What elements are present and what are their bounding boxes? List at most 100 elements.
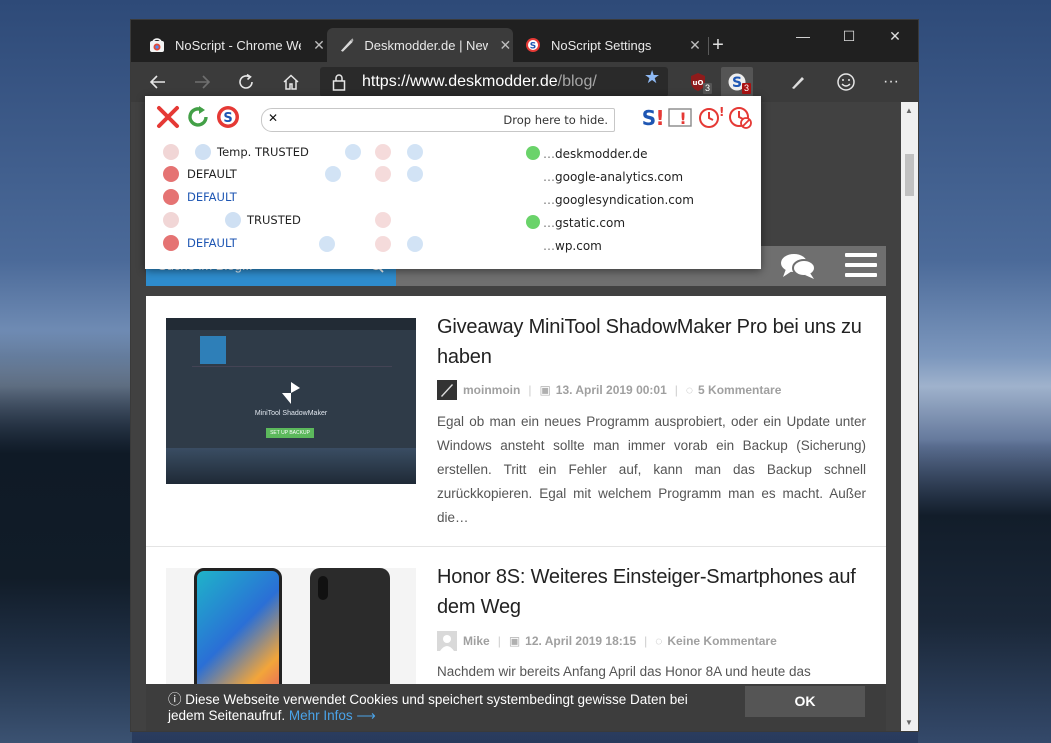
cookie-text-block: ⓘ Diese Webseite verwendet Cookies und s… (168, 692, 728, 724)
preset-trusted-icon[interactable] (407, 144, 423, 160)
tab-noscript-settings[interactable]: S NoScript Settings ✕ (513, 28, 703, 62)
tab-close-icon[interactable]: ✕ (687, 37, 703, 54)
forward-button[interactable] (187, 67, 217, 97)
url-host: https://www.deskmodder.de (362, 73, 558, 90)
deskmodder-favicon-icon (340, 38, 354, 52)
comment-bubble-icon: ◌ (655, 634, 663, 648)
reload-icon (239, 73, 253, 89)
preset-row[interactable]: DEFAULT (161, 164, 521, 184)
cookie-ok-button[interactable]: OK (745, 686, 865, 717)
comment-bubble-icon: ◌ (685, 383, 694, 397)
tab-deskmodder[interactable]: Deskmodder.de | News, Tipps ✕ (327, 28, 513, 62)
svg-text:S: S (223, 111, 232, 126)
comments-icon[interactable] (780, 252, 816, 280)
home-button[interactable] (276, 67, 306, 97)
shadowmaker-logo-icon (282, 382, 300, 404)
preset-row[interactable]: TRUSTED (161, 210, 521, 230)
preset-default-icon[interactable] (163, 235, 179, 251)
preset-trusted-icon[interactable] (325, 166, 341, 182)
svg-text:S: S (642, 106, 656, 130)
post-comments[interactable]: 5 Kommentare (698, 383, 781, 397)
preset-label: Temp. TRUSTED (217, 145, 309, 159)
info-icon: ⓘ (168, 692, 186, 707)
pen-icon (792, 77, 804, 89)
site-host[interactable]: …google-analytics.com (543, 170, 683, 184)
post-thumbnail[interactable]: MiniTool ShadowMaker SET UP BACKUP (166, 318, 416, 484)
back-button[interactable] (143, 67, 173, 97)
preset-untrusted-icon[interactable] (375, 166, 391, 182)
reload-page-icon[interactable] (185, 104, 211, 130)
preset-trusted-icon[interactable] (407, 236, 423, 252)
reload-button[interactable] (231, 67, 261, 97)
preset-trusted-icon[interactable] (407, 166, 423, 182)
temp-trust-page-icon[interactable]: ! (697, 104, 723, 130)
cookie-banner: ⓘ Diese Webseite verwendet Cookies und s… (146, 684, 886, 731)
post-author[interactable]: Mike (463, 634, 490, 648)
post-excerpt: Nachdem wir bereits Anfang April das Hon… (437, 664, 811, 679)
revoke-temp-permissions-icon[interactable] (727, 104, 753, 130)
tab-close-icon[interactable]: ✕ (498, 37, 513, 54)
preset-untrusted-icon[interactable] (375, 236, 391, 252)
preset-temp-trusted-icon[interactable] (195, 144, 211, 160)
preset-untrusted-icon[interactable] (163, 144, 179, 160)
site-host[interactable]: …deskmodder.de (543, 147, 648, 161)
noscript-extension-button[interactable]: S 3 (721, 67, 753, 97)
post-title[interactable]: Giveaway MiniTool ShadowMaker Pro bei un… (437, 312, 867, 372)
preset-trusted-icon[interactable] (225, 212, 241, 228)
site-host[interactable]: …wp.com (543, 239, 602, 253)
pen-extension-button[interactable] (783, 67, 813, 97)
post-author[interactable]: moinmoin (463, 383, 520, 397)
url-path: /blog/ (557, 73, 597, 90)
noscript-options-icon[interactable]: S (215, 104, 241, 130)
tab-close-icon[interactable]: ✕ (311, 37, 327, 54)
preset-default-icon[interactable] (163, 189, 179, 205)
tab-bar: NoScript - Chrome Web Store ✕ Deskmodder… (131, 20, 918, 62)
feedback-button[interactable] (831, 67, 861, 97)
preset-row[interactable]: DEFAULT (161, 187, 521, 207)
preset-default-icon[interactable] (163, 166, 179, 182)
scroll-down-icon[interactable]: ▼ (905, 718, 913, 727)
post-comments[interactable]: Keine Kommentare (667, 634, 776, 648)
maximize-button[interactable]: ☐ (826, 20, 872, 52)
https-lock-icon (526, 215, 540, 229)
cookie-more-link[interactable]: Mehr Infos ⟶ (289, 708, 376, 723)
drop-to-hide-zone[interactable]: ✕ Drop here to hide. (261, 108, 615, 132)
noscript-popup: S ✕ Drop here to hide. S! ! ! Temp. TRUS… (145, 96, 761, 269)
preset-row[interactable]: DEFAULT (161, 233, 521, 253)
preset-untrusted-icon[interactable] (375, 144, 391, 160)
preset-row[interactable]: Temp. TRUSTED (161, 142, 521, 162)
site-host[interactable]: …gstatic.com (543, 216, 625, 230)
svg-text:S: S (732, 75, 742, 91)
close-popup-icon[interactable] (155, 104, 181, 130)
post-list: MiniTool ShadowMaker SET UP BACKUP Givea… (146, 296, 886, 731)
post-title[interactable]: Honor 8S: Weiteres Einsteiger-Smartphone… (437, 562, 867, 622)
preset-untrusted-icon[interactable] (163, 212, 179, 228)
disable-restrictions-globally-icon[interactable]: S! (639, 104, 665, 130)
tab-noscript-store[interactable]: NoScript - Chrome Web Store ✕ (137, 28, 327, 62)
scroll-up-icon[interactable]: ▲ (905, 106, 913, 115)
list-item: MiniTool ShadowMaker SET UP BACKUP Givea… (146, 296, 886, 546)
preset-label: DEFAULT (187, 190, 237, 204)
disable-restrictions-tab-icon[interactable]: ! (667, 104, 693, 130)
preset-untrusted-icon[interactable] (375, 212, 391, 228)
hamburger-menu-icon[interactable] (845, 253, 877, 279)
scroll-thumb[interactable] (905, 154, 914, 196)
preset-trusted-icon[interactable] (319, 236, 335, 252)
svg-text:!: ! (719, 105, 723, 119)
preset-trusted-icon[interactable] (345, 144, 361, 160)
site-host[interactable]: …googlesyndication.com (543, 193, 694, 207)
svg-text:!: ! (679, 109, 686, 128)
settings-more-button[interactable]: ··· (876, 67, 906, 97)
ublock-extension-button[interactable]: uO 3 (682, 67, 714, 97)
address-bar[interactable]: https://www.deskmodder.de/blog/ (320, 67, 668, 97)
svg-text:uO: uO (693, 79, 704, 87)
new-tab-button[interactable]: + (703, 32, 733, 58)
avatar (437, 380, 457, 400)
post-meta: Mike | ▣ 12. April 2019 18:15 | ◌ Keine … (437, 631, 777, 651)
drop-label: Drop here to hide. (503, 113, 608, 127)
minimize-button[interactable]: — (780, 20, 826, 52)
close-window-button[interactable]: ✕ (872, 20, 918, 52)
preset-label: TRUSTED (247, 213, 301, 227)
page-scrollbar[interactable]: ▲ ▼ (901, 102, 918, 731)
bookmark-star-icon[interactable]: ★ (644, 67, 660, 88)
